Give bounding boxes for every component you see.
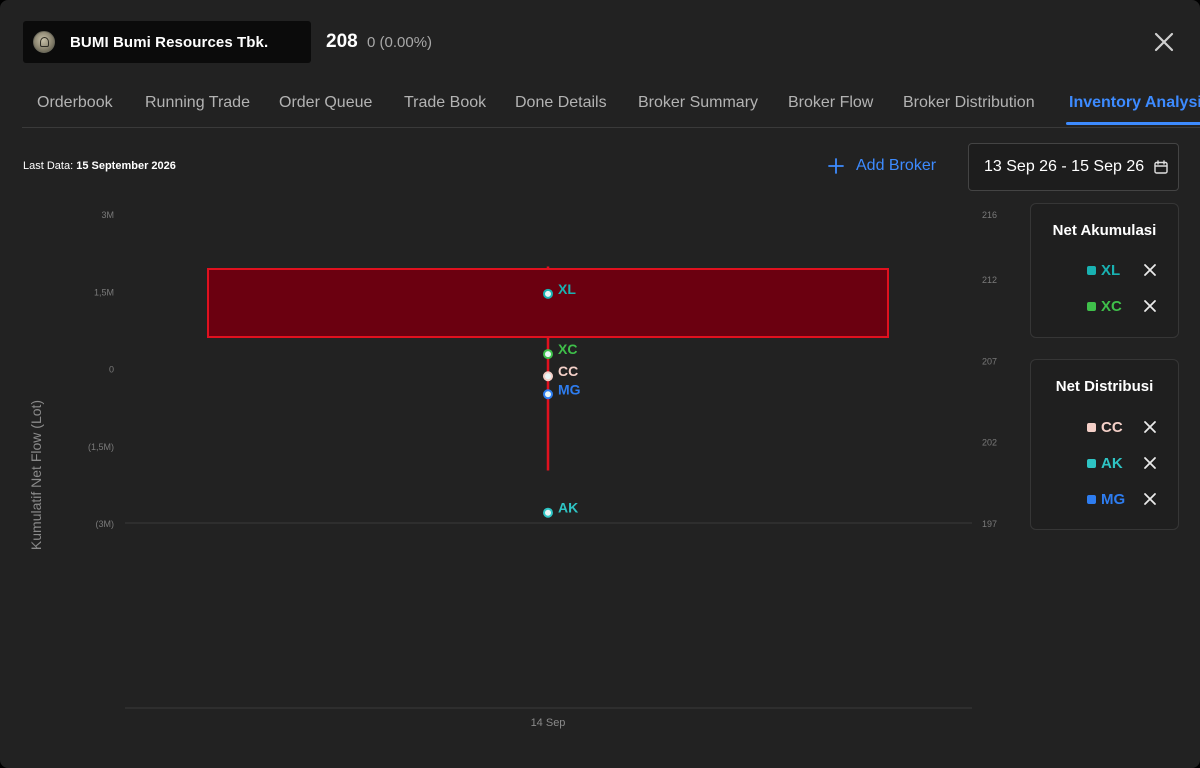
remove-broker-xc-icon[interactable] <box>1143 299 1157 313</box>
stock-selector[interactable]: BUMI Bumi Resources Tbk. <box>23 21 311 63</box>
net-accumulation-legend: Net Akumulasi XL XC <box>1030 203 1179 338</box>
broker-point-ak <box>543 507 553 518</box>
bumi-logo-icon <box>33 31 55 53</box>
left-tick-label: (1,5M) <box>88 442 114 452</box>
net-accumulation-title: Net Akumulasi <box>1052 222 1157 239</box>
tab-done-details[interactable]: Done Details <box>515 94 607 112</box>
last-data-prefix: Last Data: <box>23 160 77 172</box>
left-tick-label: (3M) <box>96 519 115 529</box>
x-tick-label: 14 Sep <box>531 717 566 729</box>
broker-label-cc: CC <box>558 363 578 379</box>
remove-broker-cc-icon[interactable] <box>1143 420 1157 434</box>
remove-broker-xl-icon[interactable] <box>1143 263 1157 277</box>
left-tick-label: 3M <box>101 210 114 220</box>
right-tick-label: 212 <box>982 275 997 285</box>
legend-item-ak: AK <box>1031 445 1178 481</box>
legend-item-xl: XL <box>1031 252 1178 288</box>
tab-order-queue[interactable]: Order Queue <box>279 94 372 112</box>
broker-point-xl <box>543 288 553 299</box>
stock-price: 208 <box>326 31 358 52</box>
right-tick-label: 197 <box>982 519 997 529</box>
chart-svg: 3M 1,5M 0 (1,5M) (3M) 216 212 207 202 197 14 Sep XL… <box>88 210 997 729</box>
broker-label-xc: XC <box>558 341 577 357</box>
add-broker-label: Add Broker <box>856 157 937 174</box>
tab-running-trade[interactable]: Running Trade <box>145 94 250 112</box>
remove-broker-ak-icon[interactable] <box>1143 456 1157 470</box>
date-range-value: 13 Sep 26 - 15 Sep 26 <box>984 158 1145 175</box>
right-tick-label: 202 <box>982 438 997 448</box>
tab-orderbook[interactable]: Orderbook <box>37 94 113 112</box>
legend-swatch <box>1087 458 1096 468</box>
broker-label-xl: XL <box>558 281 576 297</box>
stock-name: BUMI Bumi Resources Tbk. <box>70 33 269 51</box>
right-tick-label: 216 <box>982 210 997 220</box>
last-data-value: 15 September 2026 <box>76 160 176 172</box>
tab-broker-distribution[interactable]: Broker Distribution <box>903 94 1035 112</box>
add-broker-button[interactable]: Add Broker <box>828 157 936 175</box>
inventory-chart: 3M 1,5M 0 (1,5M) (3M) 216 212 207 202 197 14 Sep XL… <box>0 195 1010 755</box>
legend-swatch <box>1087 422 1096 432</box>
inventory-analysis-panel: BUMI Bumi Resources Tbk. 208 0 (0.00%) O… <box>0 0 1200 768</box>
legend-swatch <box>1087 265 1096 275</box>
legend-label: CC <box>1101 418 1123 436</box>
legend-label: XC <box>1101 297 1122 315</box>
tab-broker-flow[interactable]: Broker Flow <box>788 94 873 112</box>
tab-inventory-analysis[interactable]: Inventory Analysis <box>1069 94 1200 112</box>
price-change: 0 (0.00%) <box>367 34 433 51</box>
legend-swatch <box>1087 301 1096 311</box>
net-distribution-title: Net Distribusi <box>1055 378 1154 395</box>
legend-item-xc: XC <box>1031 288 1178 324</box>
broker-label-ak: AK <box>558 500 578 516</box>
broker-label-mg: MG <box>558 381 581 397</box>
broker-point-mg <box>543 389 553 400</box>
plus-icon <box>828 158 844 174</box>
y-axis-label: Kumulatif Net Flow (Lot) <box>28 399 44 551</box>
remove-broker-mg-icon[interactable] <box>1143 492 1157 506</box>
net-distribution-legend: Net Distribusi CC AK MG <box>1030 359 1179 530</box>
legend-item-cc: CC <box>1031 409 1178 445</box>
legend-item-mg: MG <box>1031 481 1178 517</box>
tab-trade-book[interactable]: Trade Book <box>404 94 486 112</box>
left-tick-label: 1,5M <box>94 287 114 297</box>
broker-point-cc <box>543 371 553 382</box>
active-tab-indicator <box>1066 122 1200 125</box>
tab-broker-summary[interactable]: Broker Summary <box>638 94 758 112</box>
legend-label: AK <box>1101 454 1123 472</box>
candle-body <box>207 268 889 338</box>
legend-swatch <box>1087 494 1096 504</box>
right-tick-label: 207 <box>982 356 997 366</box>
tab-bar: Orderbook Running Trade Order Queue Trad… <box>22 82 1200 128</box>
legend-label: MG <box>1101 490 1126 508</box>
broker-point-xc <box>543 349 553 360</box>
calendar-icon <box>1154 160 1168 174</box>
date-range-picker[interactable]: 13 Sep 26 - 15 Sep 26 <box>968 143 1179 191</box>
legend-label: XL <box>1101 261 1121 279</box>
last-data-info: Last Data: 15 September 2026 <box>23 160 176 172</box>
left-tick-label: 0 <box>109 365 114 375</box>
close-icon <box>1154 32 1174 52</box>
close-button[interactable] <box>1152 30 1176 54</box>
